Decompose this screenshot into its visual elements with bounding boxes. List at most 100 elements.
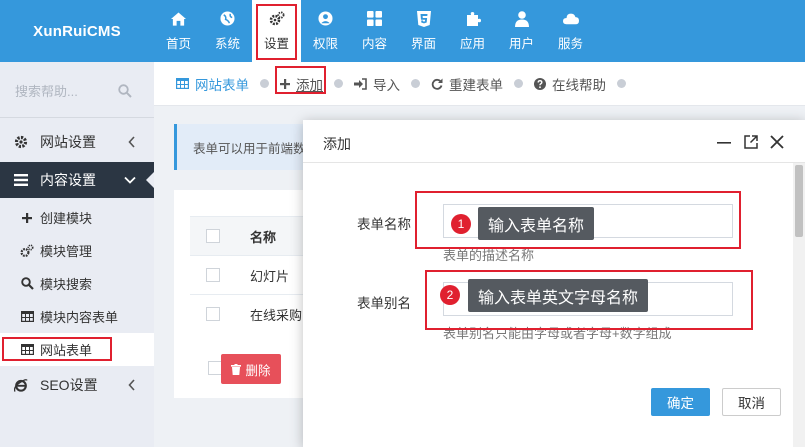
- nav-label: 首页: [165, 36, 191, 51]
- html5-icon: [416, 10, 432, 27]
- nav-settings[interactable]: 设置: [252, 0, 301, 62]
- cogs-icon: [269, 11, 285, 27]
- highlight-box: [2, 337, 112, 361]
- nav-label: 用户: [508, 36, 534, 51]
- search-icon[interactable]: [118, 84, 132, 101]
- breadcrumb-import[interactable]: 导入: [354, 74, 400, 94]
- maximize-icon[interactable]: [743, 134, 759, 150]
- menu-label: SEO设置: [40, 377, 98, 393]
- grid-icon: [367, 11, 383, 27]
- breadcrumb: 网站表单 添加 导入 重建表单 在线帮助: [154, 62, 805, 106]
- nav-label: 应用: [459, 36, 485, 51]
- nav-users[interactable]: 用户: [497, 0, 546, 62]
- submenu-label: 模块搜索: [40, 277, 93, 292]
- nav-label: 系统: [214, 36, 240, 51]
- delete-label: 删除: [245, 363, 271, 378]
- callout-tooltip: 输入表单英文字母名称: [468, 279, 649, 312]
- delete-button[interactable]: 删除: [221, 354, 281, 384]
- form-alias-label: 表单别名: [357, 296, 411, 311]
- nav-permission[interactable]: 权限: [301, 0, 350, 62]
- nav-content[interactable]: 内容: [350, 0, 399, 62]
- menu-site-settings[interactable]: 网站设置: [0, 124, 154, 160]
- top-nav: 首页 系统 设置 权限 内容 界面 应用 用户 服务: [154, 0, 595, 62]
- refresh-icon: [431, 78, 443, 90]
- question-icon: [534, 77, 546, 90]
- breadcrumb-label: 网站表单: [195, 77, 249, 93]
- trash-icon: [231, 363, 242, 375]
- chevron-down-icon: [124, 173, 136, 189]
- ie-icon: [14, 378, 28, 393]
- nav-label: 权限: [312, 36, 338, 51]
- dialog-title: 添加: [323, 136, 351, 152]
- separator-dot: [260, 79, 269, 88]
- table-icon: [176, 78, 189, 89]
- nav-system[interactable]: 系统: [203, 0, 252, 62]
- breadcrumb-site-form[interactable]: 网站表单: [176, 74, 249, 94]
- submenu-module-search[interactable]: 模块搜索: [0, 267, 154, 300]
- nav-apps[interactable]: 应用: [448, 0, 497, 62]
- globe-icon: [220, 11, 236, 27]
- scrollbar-thumb[interactable]: [795, 165, 803, 237]
- submenu-create-module[interactable]: 创建模块: [0, 201, 154, 234]
- bulk-select-checkbox[interactable]: [208, 361, 222, 375]
- close-icon[interactable]: [769, 134, 785, 150]
- separator-dot: [411, 79, 420, 88]
- menu-content-settings[interactable]: 内容设置: [0, 162, 154, 198]
- breadcrumb-rebuild[interactable]: 重建表单: [431, 74, 503, 94]
- sidebar-search[interactable]: 搜索帮助...: [0, 62, 154, 118]
- chevron-left-icon: [128, 135, 136, 151]
- dialog-scrollbar[interactable]: [793, 163, 805, 447]
- nav-label: 界面: [410, 36, 436, 51]
- separator-dot: [514, 79, 523, 88]
- nav-home[interactable]: 首页: [154, 0, 203, 62]
- callout-tooltip: 输入表单名称: [478, 207, 595, 240]
- column-name-header: 名称: [250, 229, 277, 245]
- form-name-label: 表单名称: [357, 217, 411, 232]
- user-circle-icon: [318, 11, 334, 27]
- chevron-left-icon: [128, 378, 136, 394]
- add-form-dialog: 添加 表单名称 表单的描述名称 1 输入表单名称 表单别名 表单别名只能由字母或…: [303, 120, 805, 447]
- cancel-button[interactable]: 取消: [722, 388, 781, 416]
- brand-name: XunRuiCMS: [33, 22, 121, 40]
- nav-label: 内容: [361, 36, 387, 51]
- breadcrumb-add[interactable]: 添加: [275, 65, 326, 94]
- menu-label: 内容设置: [40, 172, 96, 188]
- confirm-button[interactable]: 确定: [651, 388, 710, 416]
- row-name: 在线采购: [250, 307, 303, 323]
- breadcrumb-label: 重建表单: [449, 77, 503, 93]
- separator-dot: [617, 79, 626, 88]
- search-input[interactable]: 搜索帮助...: [15, 81, 78, 100]
- submenu-module-content-form[interactable]: 模块内容表单: [0, 300, 154, 333]
- highlight-box: [275, 65, 326, 94]
- row-checkbox[interactable]: [206, 307, 220, 321]
- separator-dot: [334, 79, 343, 88]
- nav-interface[interactable]: 界面: [399, 0, 448, 62]
- submenu-label: 创建模块: [40, 211, 93, 226]
- row-checkbox[interactable]: [206, 268, 220, 282]
- submenu-module-manage[interactable]: 模块管理: [0, 234, 154, 267]
- bars-icon: [14, 174, 28, 186]
- step-badge: 2: [440, 285, 460, 305]
- table-icon: [20, 311, 34, 322]
- step-badge: 1: [451, 214, 471, 234]
- nav-service[interactable]: 服务: [546, 0, 595, 62]
- submenu-label: 模块内容表单: [40, 310, 119, 325]
- minimize-icon[interactable]: [716, 134, 732, 150]
- top-bar: XunRuiCMS 首页 系统 设置 权限 内容 界面 应用 用户 服务: [0, 0, 805, 62]
- select-all-checkbox[interactable]: [206, 229, 220, 243]
- sign-in-icon: [354, 77, 367, 90]
- menu-seo-settings[interactable]: SEO设置: [0, 367, 154, 403]
- puzzle-icon: [465, 11, 481, 27]
- dialog-header: 添加: [303, 120, 805, 163]
- plus-icon: [20, 212, 34, 223]
- user-icon: [514, 10, 530, 27]
- logo[interactable]: XunRuiCMS: [0, 0, 154, 62]
- home-icon: [171, 11, 187, 27]
- row-name: 幻灯片: [250, 268, 290, 284]
- breadcrumb-label: 导入: [373, 77, 400, 93]
- submenu-site-form[interactable]: 网站表单: [0, 333, 154, 366]
- breadcrumb-help[interactable]: 在线帮助: [534, 74, 606, 94]
- search-icon: [20, 277, 34, 290]
- sidebar: 搜索帮助... 网站设置 内容设置 创建模块 模块管理 模块搜索 模块内容表单 …: [0, 62, 154, 447]
- submenu-label: 模块管理: [40, 244, 93, 259]
